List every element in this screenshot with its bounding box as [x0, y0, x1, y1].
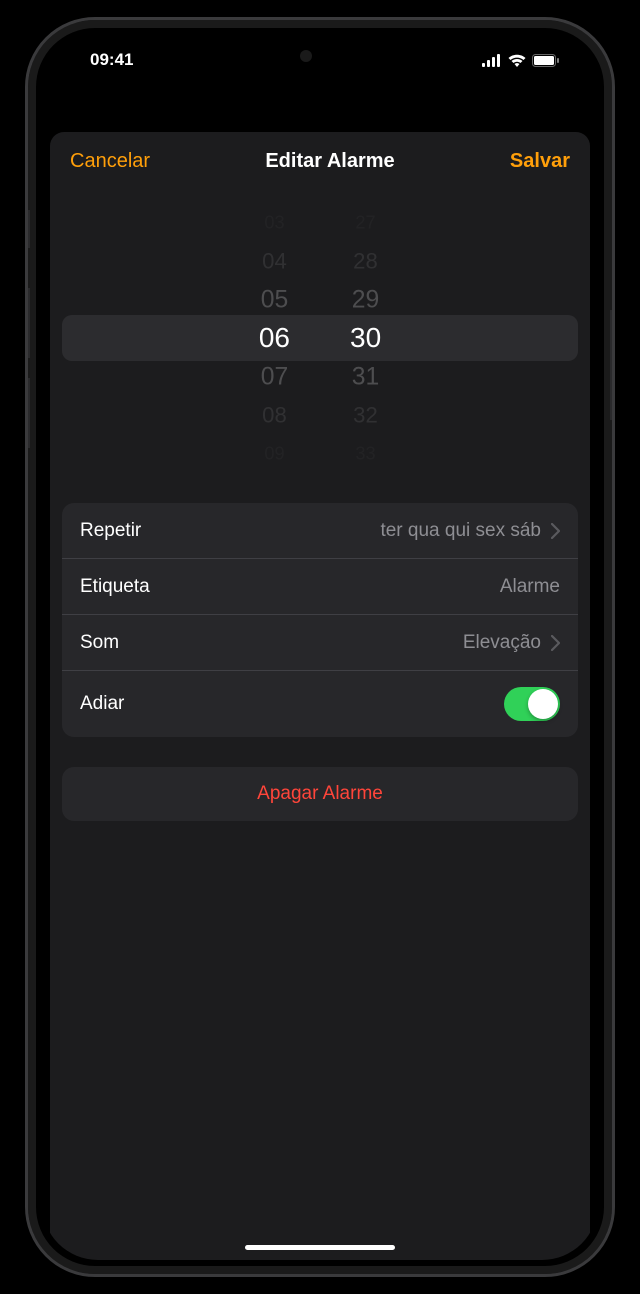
cancel-button[interactable]: Cancelar [70, 150, 150, 173]
chevron-right-icon [551, 635, 560, 651]
hour-option[interactable]: 04 [262, 244, 287, 277]
status-icons [482, 54, 568, 67]
minute-option[interactable]: 27 [355, 209, 375, 236]
hour-option[interactable]: 08 [262, 399, 287, 432]
volume-down-button [26, 378, 30, 448]
home-indicator[interactable] [245, 1245, 395, 1250]
repeat-row[interactable]: Repetir ter qua qui sex sáb [62, 503, 578, 559]
minute-option[interactable]: 32 [353, 399, 378, 432]
modal-header: Cancelar Editar Alarme Salvar [50, 132, 590, 191]
minute-option[interactable]: 33 [355, 440, 375, 467]
settings-group: Repetir ter qua qui sex sáb Etiqueta Ala… [62, 503, 578, 737]
hour-option-selected[interactable]: 06 [259, 319, 290, 358]
mute-switch [26, 210, 30, 248]
hour-option[interactable]: 07 [261, 358, 288, 395]
snooze-row: Adiar [62, 671, 578, 737]
chevron-right-icon [551, 523, 560, 539]
notch [233, 34, 408, 69]
minute-option-selected[interactable]: 30 [350, 319, 381, 358]
minute-picker[interactable]: 27 28 29 30 31 32 33 [350, 203, 381, 473]
snooze-toggle[interactable] [504, 687, 560, 721]
hour-picker[interactable]: 03 04 05 06 07 08 09 [259, 203, 290, 473]
power-button [610, 310, 614, 420]
hour-option[interactable]: 09 [264, 440, 284, 467]
screen: 09:41 Cancelar Editar Alarme Salvar [42, 34, 598, 1260]
repeat-label: Repetir [80, 520, 380, 542]
phone-frame: 09:41 Cancelar Editar Alarme Salvar [25, 17, 615, 1277]
minute-option[interactable]: 29 [352, 281, 379, 318]
toggle-knob [528, 689, 558, 719]
minute-option[interactable]: 31 [352, 358, 379, 395]
tag-value: Alarme [500, 576, 560, 598]
hour-option[interactable]: 03 [264, 209, 284, 236]
front-camera [300, 50, 312, 62]
sound-row[interactable]: Som Elevação [62, 615, 578, 671]
repeat-value: ter qua qui sex sáb [380, 520, 541, 542]
wifi-icon [508, 54, 526, 67]
sound-value: Elevação [463, 632, 541, 654]
cellular-signal-icon [482, 54, 502, 67]
sound-label: Som [80, 632, 463, 654]
tag-label: Etiqueta [80, 576, 500, 598]
minute-option[interactable]: 28 [353, 244, 378, 277]
hour-option[interactable]: 05 [261, 281, 288, 318]
delete-alarm-button[interactable]: Apagar Alarme [62, 767, 578, 821]
save-button[interactable]: Salvar [510, 150, 570, 173]
snooze-label: Adiar [80, 693, 504, 715]
modal-title: Editar Alarme [265, 150, 394, 173]
edit-alarm-modal: Cancelar Editar Alarme Salvar 03 04 05 0… [50, 132, 590, 1260]
tag-row[interactable]: Etiqueta Alarme [62, 559, 578, 615]
time-picker[interactable]: 03 04 05 06 07 08 09 27 28 29 30 31 [50, 203, 590, 473]
volume-up-button [26, 288, 30, 358]
battery-icon [532, 54, 560, 67]
